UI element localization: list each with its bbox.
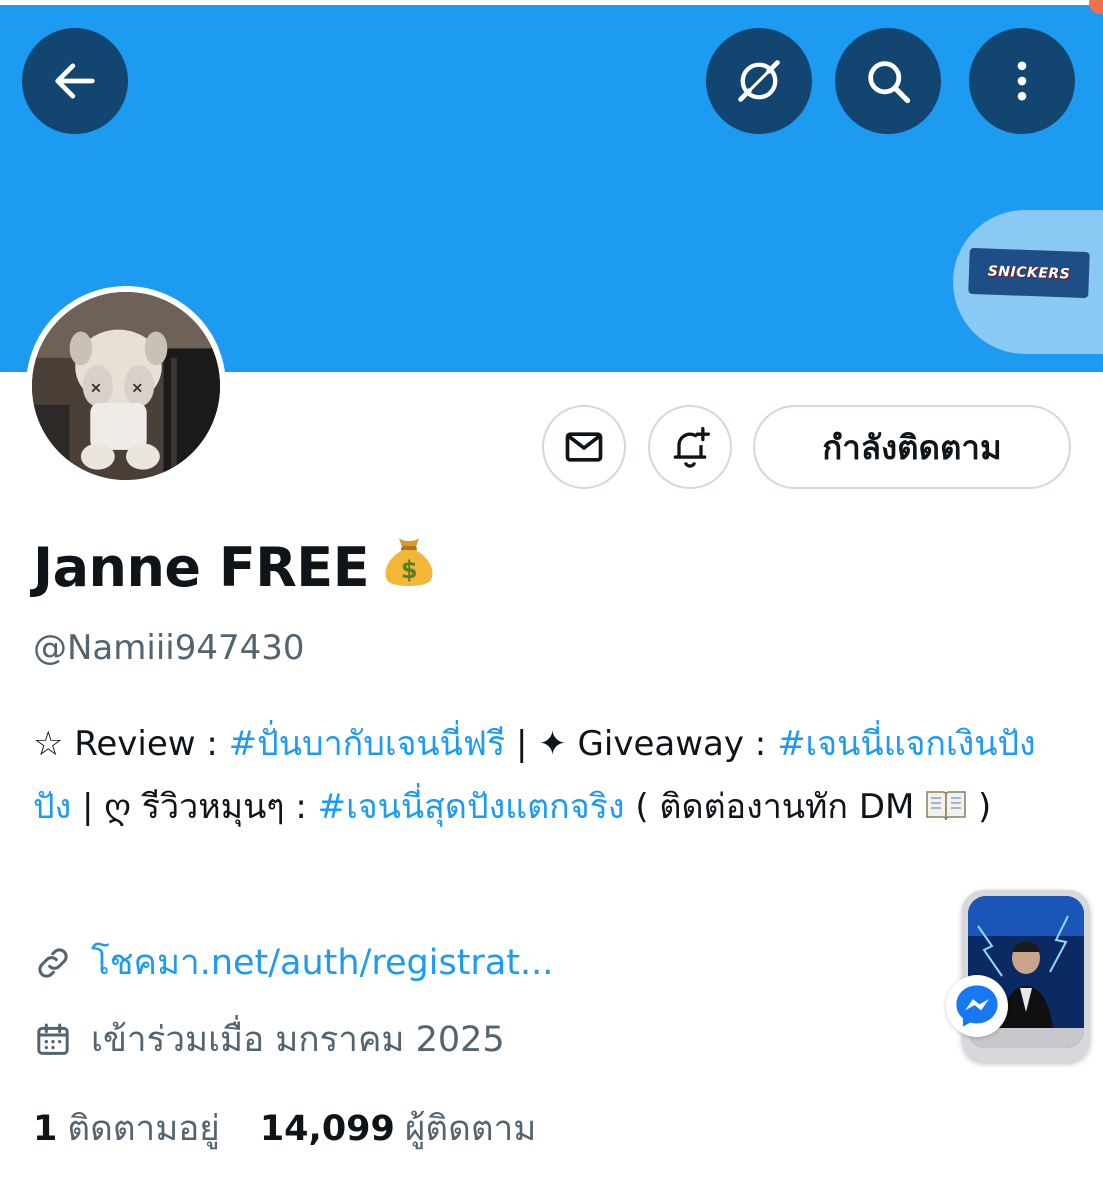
bio-text: | ღ รีวิวหมุนๆ : bbox=[71, 787, 318, 827]
back-button[interactable] bbox=[22, 28, 128, 134]
bio-hashtag-link[interactable]: #เจนนี่สุดปังแตกจริง bbox=[318, 787, 625, 827]
svg-text:$: $ bbox=[401, 556, 417, 584]
following-stat[interactable]: 1 ติดตามอยู่ bbox=[33, 1106, 220, 1152]
grok-icon bbox=[738, 60, 780, 102]
link-icon bbox=[38, 948, 68, 978]
money-bag-icon: $ bbox=[385, 538, 433, 586]
open-book-icon bbox=[926, 791, 966, 821]
bio-hashtag-link[interactable]: #ปั่นบากับเจนนี่ฟรี bbox=[229, 724, 506, 764]
avatar[interactable] bbox=[26, 286, 226, 486]
snickers-logo-text: SNICKERS bbox=[987, 263, 1071, 283]
profile-join-date: เข้าร่วมเมื่อ มกราคม 2025 bbox=[33, 1017, 505, 1063]
followers-count: 14,099 bbox=[259, 1109, 395, 1149]
arrow-left-icon bbox=[55, 63, 95, 99]
bio-text: ( ติดต่องานทัก DM bbox=[624, 787, 926, 827]
more-vertical-icon bbox=[1017, 61, 1027, 101]
search-icon bbox=[868, 61, 911, 104]
following-button[interactable]: กำลังติดตาม bbox=[753, 405, 1071, 489]
join-date-text: เข้าร่วมเมื่อ มกราคม 2025 bbox=[91, 1020, 505, 1060]
envelope-icon bbox=[565, 432, 603, 462]
calendar-icon bbox=[37, 1023, 69, 1055]
following-label: ติดตามอยู่ bbox=[67, 1109, 220, 1149]
followers-label: ผู้ติดตาม bbox=[404, 1109, 537, 1149]
display-name-text: Janne FREE bbox=[33, 536, 370, 599]
grok-button[interactable] bbox=[706, 28, 812, 134]
profile-stats: 1 ติดตามอยู่ 14,099 ผู้ติดตาม bbox=[33, 1106, 576, 1152]
more-options-button[interactable] bbox=[969, 28, 1075, 134]
bell-plus-icon bbox=[673, 427, 710, 468]
followers-stat[interactable]: 14,099 ผู้ติดตาม bbox=[260, 1106, 536, 1152]
display-name: Janne FREE $ bbox=[33, 528, 441, 600]
profile-website[interactable]: โชคมา.net/auth/registrat... bbox=[33, 940, 553, 986]
bio-text: ☆ Review : bbox=[33, 724, 229, 764]
banner-floating-image: SNICKERS bbox=[953, 210, 1103, 354]
bio-text: ) bbox=[967, 787, 992, 827]
website-link[interactable]: โชคมา.net/auth/registrat... bbox=[91, 940, 553, 986]
profile-bio: ☆ Review : #ปั่นบากับเจนนี่ฟรี | ✦ Givea… bbox=[33, 713, 1068, 839]
bio-text: | ✦ Giveaway : bbox=[505, 724, 778, 764]
search-button[interactable] bbox=[835, 28, 941, 134]
profile-handle: @Namiii947430 bbox=[33, 628, 305, 668]
notifications-button[interactable] bbox=[648, 405, 732, 489]
messenger-icon bbox=[956, 985, 998, 1027]
message-button[interactable] bbox=[542, 405, 626, 489]
following-count: 1 bbox=[33, 1109, 58, 1149]
snickers-bar-image: SNICKERS bbox=[968, 247, 1090, 299]
status-strip bbox=[0, 0, 1103, 5]
messenger-badge bbox=[946, 975, 1008, 1037]
avatar-image bbox=[32, 292, 220, 480]
